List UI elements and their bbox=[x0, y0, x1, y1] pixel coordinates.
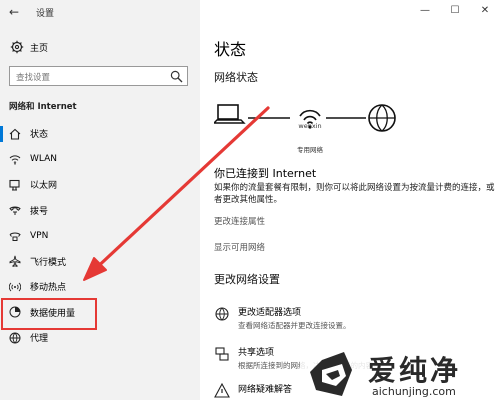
proxy-icon bbox=[9, 332, 21, 344]
airplane-icon bbox=[9, 255, 21, 268]
sharing-icon bbox=[215, 347, 229, 361]
network-name: wenxin bbox=[298, 122, 322, 130]
window-controls: — ☐ ✕ bbox=[410, 0, 500, 22]
sidebar: ← 设置 主页 查找设置 网络和 Internet 状态 WLAN 以太网 拨号… bbox=[0, 0, 200, 400]
sidebar-item-label: 拨号 bbox=[30, 206, 49, 217]
sidebar-item-label: 以太网 bbox=[30, 181, 58, 192]
ethernet-icon bbox=[9, 179, 20, 191]
network-type: 专用网络 bbox=[297, 146, 323, 154]
troubleshoot-icon bbox=[214, 383, 230, 398]
home-link[interactable]: 主页 bbox=[10, 40, 48, 54]
app-title: 设置 bbox=[36, 9, 55, 19]
sidebar-item-status[interactable]: 状态 bbox=[0, 121, 200, 147]
show-available-networks-link[interactable]: 显示可用网络 bbox=[214, 241, 265, 253]
back-button[interactable]: ← bbox=[6, 4, 22, 20]
search-input[interactable]: 查找设置 bbox=[9, 66, 188, 86]
hotspot-icon bbox=[9, 282, 21, 292]
vpn-icon bbox=[9, 232, 21, 241]
home-label: 主页 bbox=[30, 43, 49, 54]
sidebar-item-label: WLAN bbox=[30, 154, 58, 165]
annotation-highlight-box bbox=[1, 298, 97, 330]
sidebar-item-label: 移动热点 bbox=[30, 283, 67, 294]
option-title: 网络疑难解答 bbox=[238, 385, 293, 395]
watermark: 爱纯净 aichunjing.com bbox=[300, 345, 500, 400]
option-title: 更改适配器选项 bbox=[238, 308, 302, 318]
search-placeholder: 查找设置 bbox=[16, 73, 51, 83]
sidebar-item-wlan[interactable]: WLAN bbox=[0, 147, 200, 173]
sidebar-item-ethernet[interactable]: 以太网 bbox=[0, 172, 200, 198]
network-status-heading: 网络状态 bbox=[214, 71, 258, 84]
adapter-options-item[interactable]: 更改适配器选项 查看网络适配器并更改连接设置。 bbox=[214, 305, 351, 331]
section-title: 网络和 Internet bbox=[9, 102, 77, 112]
sidebar-item-airplane[interactable]: 飞行模式 bbox=[0, 249, 200, 275]
wifi-icon bbox=[9, 155, 21, 165]
gear-icon bbox=[10, 40, 24, 54]
laptop-icon bbox=[214, 104, 246, 124]
sidebar-item-label: 代理 bbox=[30, 334, 49, 345]
sidebar-item-dialup[interactable]: 拨号 bbox=[0, 198, 200, 224]
change-connection-properties-link[interactable]: 更改连接属性 bbox=[214, 215, 265, 227]
sidebar-item-label: VPN bbox=[30, 230, 49, 241]
brand-logo-icon bbox=[310, 352, 352, 396]
home-icon bbox=[9, 128, 21, 140]
back-arrow-icon: ← bbox=[8, 5, 20, 19]
sidebar-item-vpn[interactable]: VPN bbox=[0, 223, 200, 249]
maximize-button[interactable]: ☐ bbox=[440, 0, 470, 22]
globe-icon bbox=[368, 104, 396, 132]
sidebar-item-label: 状态 bbox=[30, 130, 49, 141]
page-title: 状态 bbox=[214, 40, 247, 59]
change-settings-heading: 更改网络设置 bbox=[214, 273, 280, 286]
watermark-domain: aichunjing.com bbox=[372, 385, 456, 398]
search-icon[interactable] bbox=[170, 70, 183, 83]
network-troubleshoot-item[interactable]: 网络疑难解答 bbox=[214, 382, 292, 399]
dialup-icon bbox=[9, 206, 21, 216]
connection-description: 如果你的流量套餐有限制，则你可以将此网络设置为按流量计费的连接，或者更改其他属性… bbox=[214, 183, 495, 205]
adapter-icon bbox=[215, 307, 229, 321]
sidebar-item-hotspot[interactable]: 移动热点 bbox=[0, 274, 200, 300]
watermark-text: 爱纯净 bbox=[368, 354, 462, 387]
option-subtitle: 查看网络适配器并更改连接设置。 bbox=[238, 321, 351, 330]
connection-status: 你已连接到 Internet bbox=[214, 167, 317, 180]
sidebar-item-label: 飞行模式 bbox=[30, 257, 67, 268]
minimize-button[interactable]: — bbox=[410, 0, 440, 22]
title-bar: ← 设置 bbox=[0, 0, 200, 24]
main-panel: — ☐ ✕ 状态 网络状态 wenxin 专用网络 你已连接到 Internet… bbox=[200, 0, 500, 400]
close-button[interactable]: ✕ bbox=[470, 0, 500, 22]
